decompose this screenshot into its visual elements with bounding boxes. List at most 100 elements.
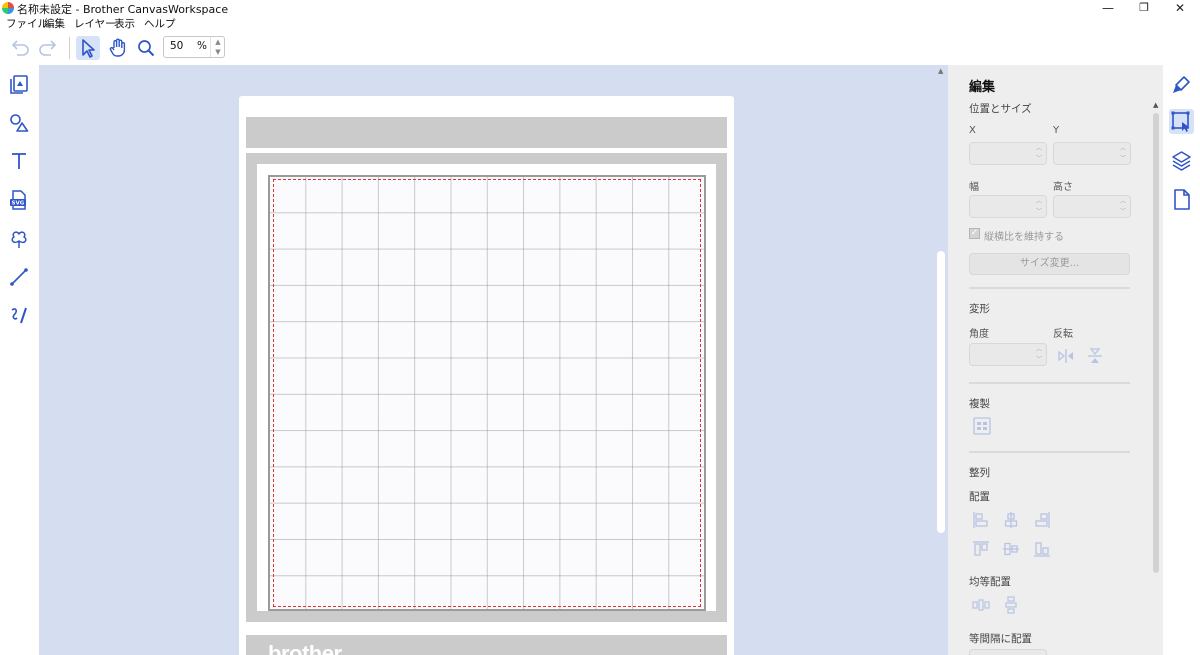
panel-scroll-up-icon[interactable]: ▲ (1153, 101, 1158, 109)
brand-logo: brother (268, 641, 342, 655)
minimize-button[interactable]: — (1090, 0, 1126, 17)
svg-text:SVG: SVG (12, 201, 25, 207)
spacing-label: 等間隔に配置 (969, 633, 1032, 645)
x-down-icon[interactable]: ﹀ (1034, 154, 1044, 164)
page-icon[interactable] (1169, 187, 1194, 212)
section-divider (969, 451, 1130, 453)
select-arrow-icon[interactable] (76, 36, 100, 60)
height-label: 高さ (1053, 182, 1073, 193)
zoom-unit: % (197, 40, 207, 52)
text-icon[interactable] (7, 149, 31, 173)
menu-file[interactable]: ファイル (6, 16, 48, 31)
distribute-label: 均等配置 (969, 576, 1011, 588)
edit-select-icon[interactable] (1169, 109, 1194, 134)
align-top-icon[interactable] (971, 539, 991, 559)
mat-top-strip (246, 117, 727, 148)
flip-vertical-icon[interactable] (1085, 346, 1105, 366)
y-label: Y (1053, 125, 1060, 136)
svg-file-icon[interactable]: SVG (7, 188, 31, 212)
redo-icon[interactable] (36, 36, 60, 60)
y-up-icon[interactable]: ︿ (1118, 144, 1128, 154)
zoom-down-icon[interactable]: ▼ (211, 47, 225, 57)
undo-icon[interactable] (8, 36, 32, 60)
position-size-heading: 位置とサイズ (969, 103, 1032, 115)
shapes-icon[interactable] (7, 111, 31, 135)
close-button[interactable]: ✕ (1162, 0, 1198, 17)
width-up-icon[interactable]: ︿ (1034, 197, 1044, 207)
duplicate-icon[interactable] (972, 416, 992, 436)
flip-label: 反転 (1053, 329, 1073, 340)
menu-view[interactable]: 表示 (114, 16, 135, 31)
panel-scroll-thumb[interactable] (1153, 113, 1159, 573)
x-up-icon[interactable]: ︿ (1034, 144, 1044, 154)
image-import-icon[interactable] (7, 72, 31, 96)
right-tab-strip (1163, 65, 1200, 655)
y-down-icon[interactable]: ﹀ (1118, 154, 1128, 164)
y-field[interactable]: ︿ ﹀ (1053, 142, 1131, 165)
panel-scrollbar[interactable]: ▲ (1153, 101, 1160, 573)
spacing-field[interactable] (969, 649, 1047, 655)
app-logo-icon (2, 2, 14, 14)
cut-area-border (273, 179, 701, 607)
height-down-icon[interactable]: ﹀ (1118, 207, 1128, 217)
zoom-stepper[interactable]: 50 % ▲ ▼ (163, 36, 225, 58)
height-up-icon[interactable]: ︿ (1118, 197, 1128, 207)
canvas-vertical-scrollbar[interactable]: ▲ (935, 65, 948, 655)
zoom-magnifier-icon[interactable] (134, 36, 158, 60)
line-draw-icon[interactable] (7, 265, 31, 289)
width-down-icon[interactable]: ﹀ (1034, 207, 1044, 217)
mat-grid[interactable] (268, 175, 706, 611)
mat-inner-frame (257, 164, 716, 611)
mat-bottom-strip: brother (246, 635, 727, 655)
align-bottom-icon[interactable] (1032, 539, 1052, 559)
panel-title: 編集 (969, 80, 996, 95)
zoom-up-icon[interactable]: ▲ (211, 37, 225, 47)
menu-help[interactable]: ヘルプ (144, 16, 176, 31)
x-label: X (969, 125, 976, 136)
menu-edit[interactable]: 編集 (44, 16, 65, 31)
arrange-label: 配置 (969, 491, 990, 503)
canvas-area[interactable]: brother (39, 65, 935, 655)
zoom-value[interactable]: 50 (170, 40, 183, 52)
scroll-up-icon[interactable]: ▲ (938, 67, 943, 75)
angle-label: 角度 (969, 329, 989, 340)
width-label: 幅 (969, 182, 979, 193)
angle-field[interactable]: ︿ ﹀ (969, 343, 1047, 366)
menu-bar: ファイル 編集 レイヤー 表示 ヘルプ (0, 16, 600, 30)
canvas-scroll-thumb[interactable] (937, 251, 945, 533)
align-heading: 整列 (969, 467, 990, 479)
keep-ratio-checkbox[interactable]: ✓ (969, 228, 980, 239)
handwriting-icon[interactable] (7, 303, 31, 327)
keep-ratio-label: 縦横比を維持する (984, 232, 1064, 243)
align-right-icon[interactable] (1032, 510, 1052, 530)
x-field[interactable]: ︿ ﹀ (969, 142, 1047, 165)
angle-up-icon[interactable]: ︿ (1034, 345, 1044, 355)
angle-down-icon[interactable]: ﹀ (1034, 355, 1044, 365)
layers-icon[interactable] (1169, 148, 1194, 173)
window-title: 名称未設定 - Brother CanvasWorkspace (17, 3, 229, 16)
distribute-horizontal-icon[interactable] (971, 595, 991, 615)
flip-horizontal-icon[interactable] (1056, 346, 1076, 366)
transform-heading: 変形 (969, 303, 990, 315)
resize-button[interactable]: サイズ変更... (969, 253, 1130, 275)
align-center-icon[interactable] (1001, 510, 1021, 530)
paint-brush-icon[interactable] (1169, 72, 1194, 97)
app-window: 名称未設定 - Brother CanvasWorkspace — ❐ ✕ ファ… (0, 0, 1200, 655)
hand-pan-icon[interactable] (106, 36, 130, 60)
width-field[interactable]: ︿ ﹀ (969, 195, 1047, 218)
height-field[interactable]: ︿ ﹀ (1053, 195, 1131, 218)
left-tool-panel: SVG (0, 65, 39, 655)
library-clover-icon[interactable] (7, 227, 31, 251)
duplicate-heading: 複製 (969, 398, 990, 410)
align-middle-icon[interactable] (1001, 539, 1021, 559)
edit-properties-panel: 編集 位置とサイズ X Y ︿ ﹀ ︿ ﹀ 幅 高さ ︿ ﹀ ︿ ﹀ ✓ 縦横比… (948, 65, 1163, 655)
section-divider (969, 287, 1130, 289)
restore-button[interactable]: ❐ (1126, 0, 1162, 17)
menu-layer[interactable]: レイヤー (74, 16, 116, 31)
distribute-vertical-icon[interactable] (1001, 595, 1021, 615)
zoom-spin-buttons[interactable]: ▲ ▼ (210, 37, 225, 57)
toolbar-separator (69, 37, 70, 59)
section-divider (969, 382, 1130, 384)
align-left-icon[interactable] (971, 510, 991, 530)
paper-sheet: brother (239, 96, 734, 655)
